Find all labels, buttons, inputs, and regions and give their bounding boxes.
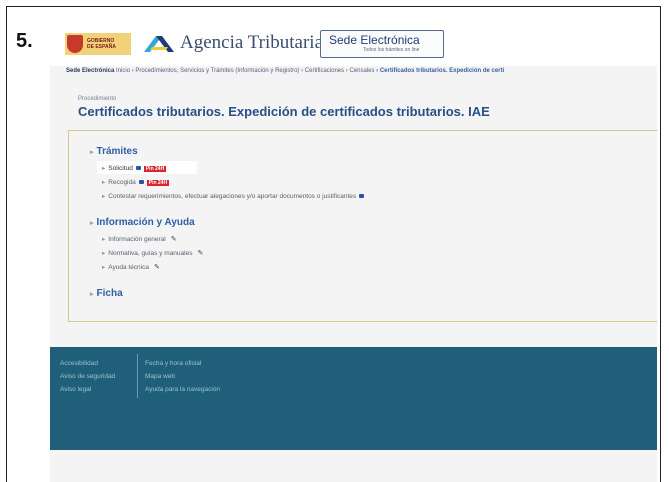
chevron-right-icon: ▸ (102, 193, 106, 200)
chevron-right-icon: ▸ (90, 220, 94, 227)
info-general-link[interactable]: ▸ Información general ✎ (102, 235, 177, 243)
normativa-link[interactable]: ▸ Normativa, guías y manuales ✎ (102, 249, 203, 257)
page-kicker: Procedimiento (78, 96, 117, 102)
sede-subtitle: Todos los trámites on line (363, 47, 420, 53)
breadcrumb-home[interactable]: Sede Electrónica (66, 68, 114, 74)
chevron-right-icon: ▸ (90, 149, 94, 156)
sede-electronica-logo[interactable]: Sede Electrónica Todos los trámites on l… (320, 30, 444, 58)
browser-screenshot: GOBIERNO DE ESPAÑA Agencia Tributaria Se… (50, 10, 657, 482)
section-informacion-ayuda[interactable]: ▸ Información y Ayuda (90, 217, 195, 228)
footer-links-col1: Accesibilidad Aviso de seguridad Aviso l… (60, 357, 115, 396)
footer-link-accesibilidad[interactable]: Accesibilidad (60, 357, 115, 370)
chevron-right-icon: ▸ (90, 291, 94, 298)
chevron-right-icon: ▸ (102, 236, 106, 243)
footer-link-fecha-hora[interactable]: Fecha y hora oficial (145, 357, 220, 370)
sede-title: Sede Electrónica (329, 33, 420, 47)
footer-link-aviso-legal[interactable]: Aviso legal (60, 383, 115, 396)
ayuda-tecnica-link[interactable]: ▸ Ayuda técnica ✎ (102, 263, 160, 271)
agencia-tributaria-logo-icon[interactable] (142, 32, 178, 56)
pin-24h-badge: Pin 24H (143, 166, 167, 172)
breadcrumb-item[interactable]: Inicio (116, 68, 130, 74)
breadcrumb-item[interactable]: › Procedimientos, Servicios y Trámites (… (132, 68, 300, 74)
step-number: 5. (16, 30, 33, 52)
coat-of-arms-icon (67, 35, 83, 53)
pin-24h-badge: Pin 24H (146, 180, 170, 186)
chevron-right-icon: ▸ (102, 179, 106, 186)
section-ficha[interactable]: ▸ Ficha (90, 288, 123, 299)
site-footer: Accesibilidad Aviso de seguridad Aviso l… (50, 347, 657, 450)
tramite-solicitud-link[interactable]: ▸ Solicitud Pin 24H (102, 164, 167, 172)
tools-icon: ✎ (197, 250, 204, 257)
tools-icon: ✎ (170, 236, 177, 243)
breadcrumb-current: › Certificados tributarios. Expedición d… (376, 68, 505, 74)
page-title: Certificados tributarios. Expedición de … (78, 104, 490, 119)
section-tramites[interactable]: ▸ Trámites (90, 146, 138, 157)
lock-icon (135, 166, 141, 170)
tramite-recogida-link[interactable]: ▸ Recogida Pin 24H (102, 178, 170, 186)
footer-link-aviso-seguridad[interactable]: Aviso de seguridad (60, 370, 115, 383)
lock-icon (138, 180, 144, 184)
tramite-contestar-link[interactable]: ▸ Contestar requerimientos, efectuar aleg… (102, 192, 365, 200)
agency-name[interactable]: Agencia Tributaria (180, 32, 323, 54)
chevron-right-icon: ▸ (102, 250, 106, 257)
footer-link-mapa-web[interactable]: Mapa web (145, 370, 220, 383)
chevron-right-icon: ▸ (102, 165, 106, 172)
breadcrumb-item[interactable]: › Certificaciones (301, 68, 344, 74)
footer-links-col2: Fecha y hora oficial Mapa web Ayuda para… (145, 357, 220, 396)
chevron-right-icon: ▸ (102, 264, 106, 271)
lock-icon (359, 194, 365, 198)
footer-link-ayuda-navegacion[interactable]: Ayuda para la navegación (145, 383, 220, 396)
breadcrumb: Sede Electrónica Inicio › Procedimientos… (66, 68, 657, 74)
breadcrumb-item[interactable]: › Censales (346, 68, 375, 74)
tools-icon: ✎ (153, 264, 160, 271)
footer-divider (137, 354, 138, 398)
site-header: GOBIERNO DE ESPAÑA Agencia Tributaria Se… (50, 10, 657, 66)
gobierno-logo[interactable]: GOBIERNO DE ESPAÑA (65, 33, 131, 55)
